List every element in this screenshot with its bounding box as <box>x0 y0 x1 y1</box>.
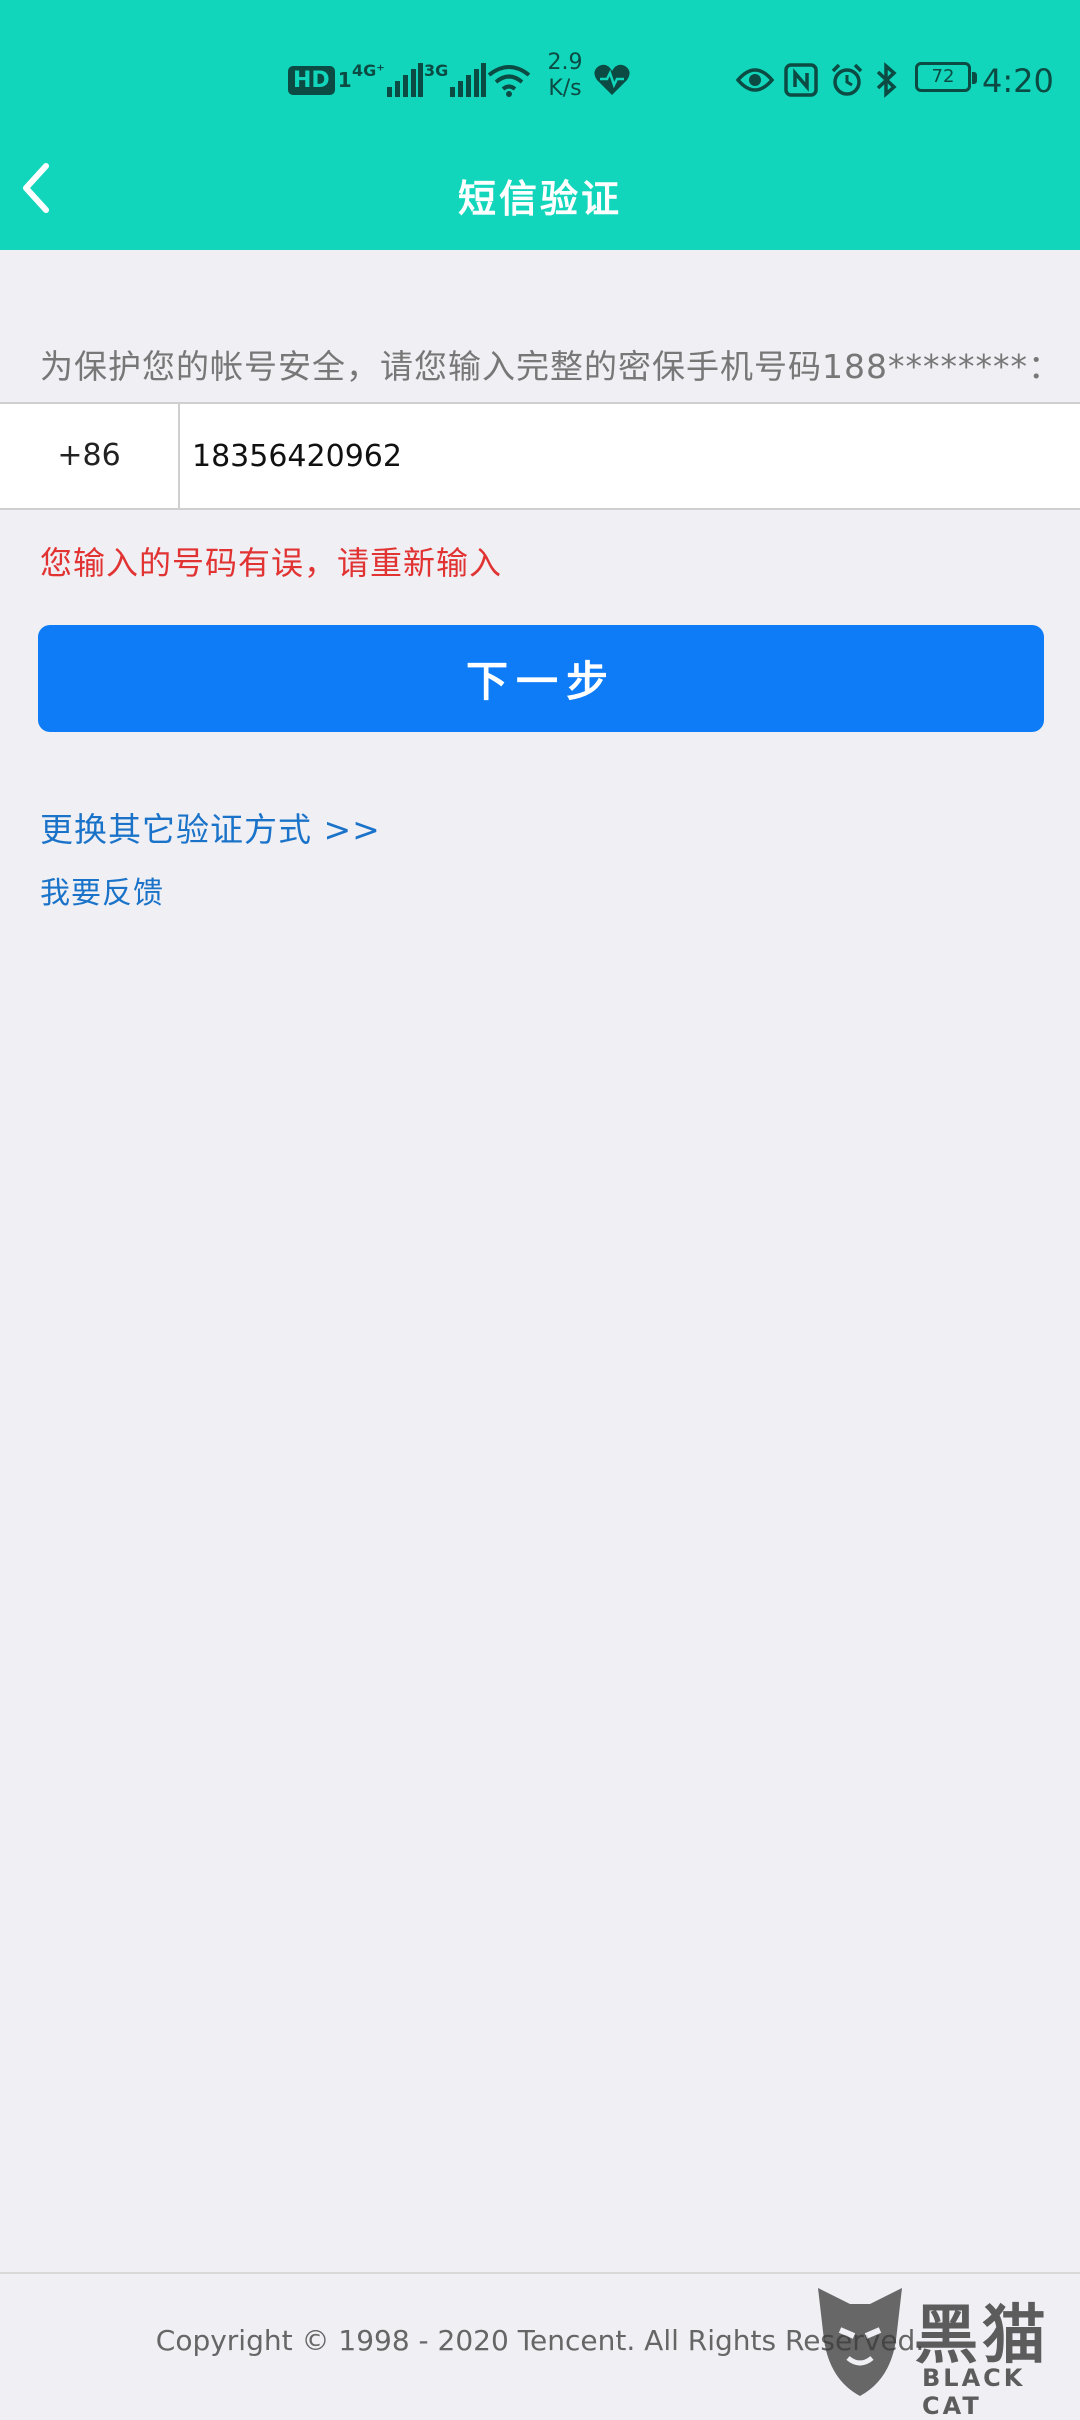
bluetooth-icon <box>876 62 897 98</box>
battery-indicator: 72 <box>915 62 977 92</box>
status-time: 4:20 <box>982 62 1054 100</box>
app-header: HD 1 4G⁺ 3G 2.9 K/s 72 4:20 短信验证 <box>0 0 1080 250</box>
nfc-status <box>784 58 818 102</box>
phone-input-row: +86 <box>0 402 1080 510</box>
black-cat-watermark: 黑猫 BLACK CAT <box>810 2284 1080 2420</box>
wifi-status <box>487 58 531 102</box>
verification-instruction: 为保护您的帐号安全，请您输入完整的密保手机号码188********： <box>40 347 1062 386</box>
feedback-link[interactable]: 我要反馈 <box>40 868 164 912</box>
hd-badge: HD <box>288 65 335 95</box>
network-speed: 2.9 K/s <box>540 50 590 102</box>
eye-comfort-status <box>736 58 774 102</box>
signal-4g: 4G⁺ <box>352 58 423 102</box>
signal-3g: 3G <box>424 58 487 102</box>
eye-icon <box>736 68 774 92</box>
watermark-en-text: BLACK CAT <box>922 2364 1026 2420</box>
page-title: 短信验证 <box>457 177 622 221</box>
heart-pulse-icon <box>594 64 630 95</box>
nfc-icon <box>784 63 818 97</box>
sim-indicator: 1 <box>337 68 352 92</box>
network-type-4g: 4G⁺ <box>352 60 385 80</box>
speed-unit: K/s <box>548 76 582 101</box>
speed-value: 2.9 <box>547 50 583 75</box>
watermark-cn-text: 黑猫 <box>914 2299 1050 2373</box>
cat-logo-icon <box>818 2288 902 2396</box>
signal-bars-icon <box>450 63 487 97</box>
change-verification-method-link[interactable]: 更换其它验证方式 >> <box>40 803 381 851</box>
alarm-status <box>830 58 864 102</box>
hd-indicator: HD 1 <box>288 58 352 102</box>
signal-bars-icon <box>386 63 423 97</box>
country-code-selector[interactable]: +86 <box>0 404 180 508</box>
alarm-clock-icon <box>831 63 863 96</box>
bluetooth-status <box>874 58 900 102</box>
network-type-3g: 3G <box>424 60 449 80</box>
wifi-icon <box>487 65 531 97</box>
error-message: 您输入的号码有误，请重新输入 <box>40 544 503 582</box>
health-status <box>594 58 630 102</box>
phone-number-input[interactable] <box>192 404 1062 508</box>
status-bar: HD 1 4G⁺ 3G 2.9 K/s 72 4:20 <box>0 40 1080 130</box>
next-step-button[interactable]: 下一步 <box>38 625 1044 732</box>
